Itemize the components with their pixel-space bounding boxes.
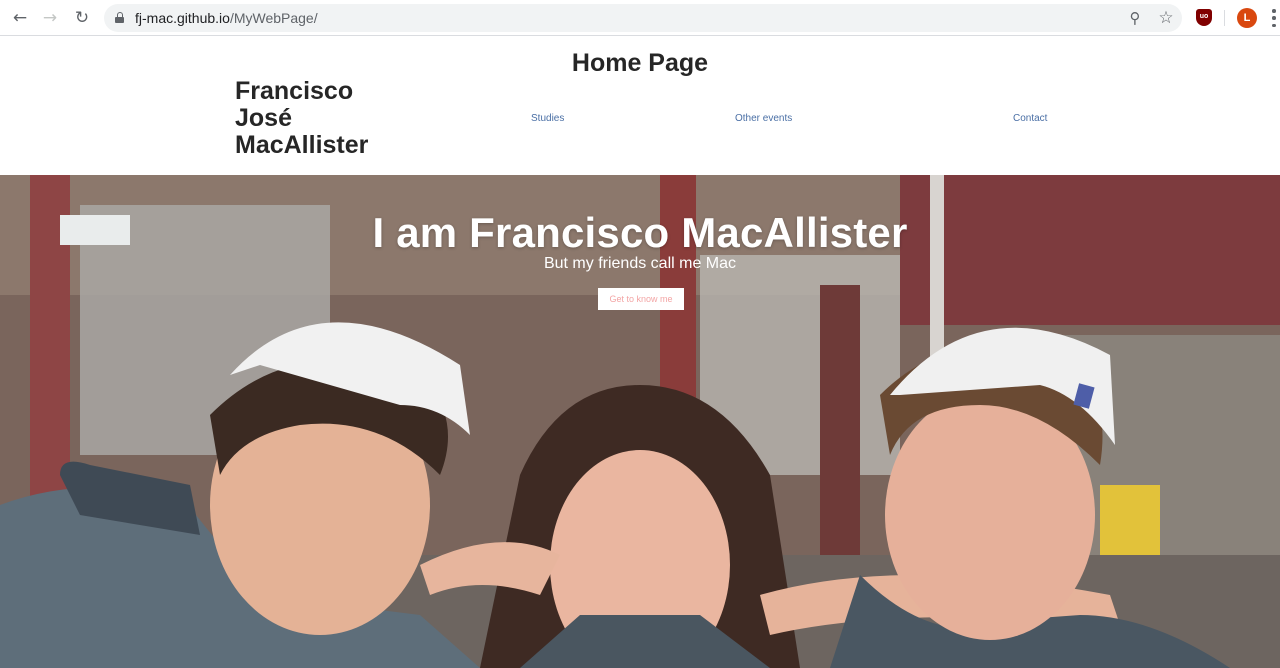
- nav-link-other-events[interactable]: Other events: [735, 113, 792, 124]
- url-path: /MyWebPage/: [229, 10, 318, 26]
- site-name-line: José: [235, 104, 292, 132]
- site-name: Francisco José MacAllister: [235, 78, 395, 159]
- page-title: Home Page: [571, 49, 709, 77]
- address-bar[interactable]: fj-mac.github.io/MyWebPage/ ⚲ ☆: [104, 4, 1182, 32]
- nav-link-studies[interactable]: Studies: [531, 113, 564, 124]
- url-text[interactable]: fj-mac.github.io/MyWebPage/: [135, 10, 318, 26]
- site-header: Home Page Francisco José MacAllister Stu…: [0, 37, 1280, 175]
- browser-toolbar: ← → ↻ fj-mac.github.io/MyWebPage/ ⚲ ☆ uo…: [0, 0, 1280, 36]
- toolbar-divider: [1224, 10, 1225, 26]
- url-host: fj-mac.github.io: [135, 10, 230, 26]
- hero-subtitle: But my friends call me Mac: [543, 255, 737, 272]
- site-name-line: Francisco: [235, 77, 354, 105]
- back-arrow-icon[interactable]: ←: [8, 6, 32, 30]
- hero-title: I am Francisco MacAllister: [372, 209, 908, 256]
- zoom-icon[interactable]: ⚲: [1125, 8, 1145, 28]
- site-name-line: MacAllister: [235, 131, 369, 159]
- ublock-extension-icon[interactable]: uo: [1196, 9, 1212, 26]
- get-to-know-me-button[interactable]: Get to know me: [598, 288, 684, 310]
- nav-link-contact[interactable]: Contact: [1013, 113, 1047, 124]
- hero-section: I am Francisco MacAllister But my friend…: [0, 175, 1280, 668]
- reload-icon[interactable]: ↻: [70, 6, 94, 30]
- forward-arrow-icon[interactable]: →: [38, 6, 62, 30]
- profile-avatar[interactable]: L: [1237, 8, 1257, 28]
- bookmark-star-icon[interactable]: ☆: [1156, 8, 1176, 28]
- browser-menu-icon[interactable]: [1271, 9, 1277, 27]
- lock-icon[interactable]: [115, 12, 124, 23]
